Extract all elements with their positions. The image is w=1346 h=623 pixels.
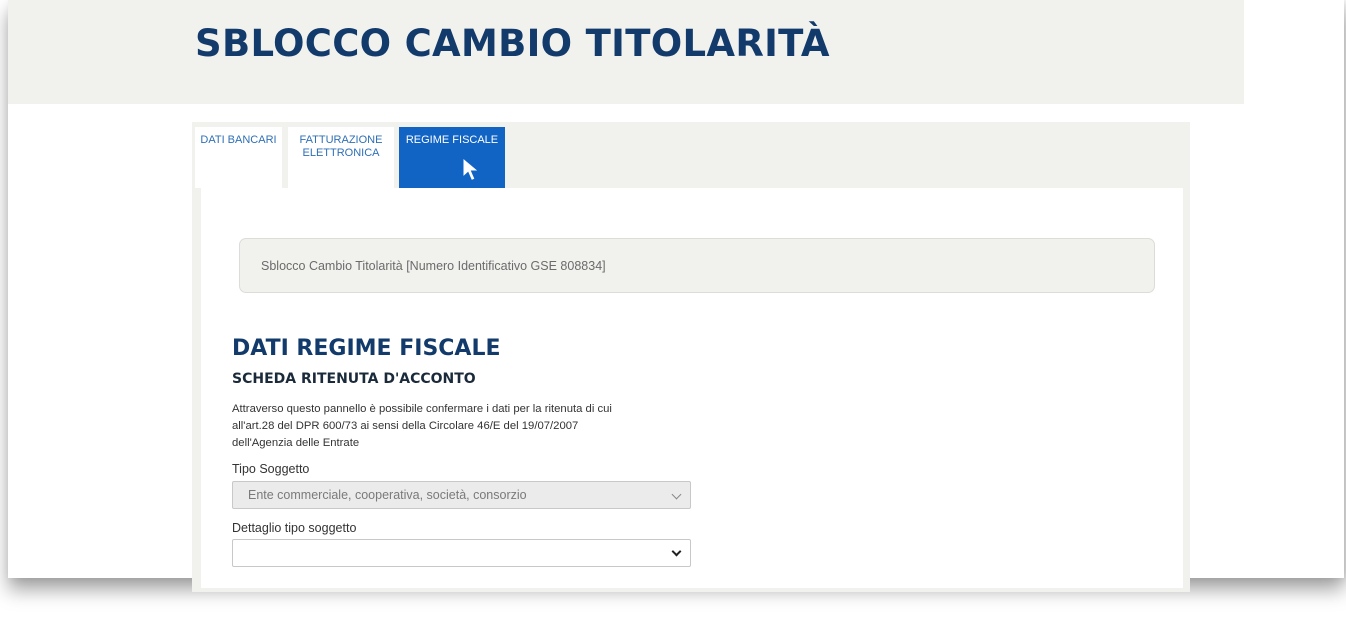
chevron-down-icon xyxy=(671,489,682,500)
tipo-soggetto-label: Tipo Soggetto xyxy=(232,462,310,476)
tab-label: REGIME FISCALE xyxy=(405,134,499,146)
dettaglio-tipo-soggetto-select[interactable] xyxy=(232,539,691,567)
description-line: all'art.28 del DPR 600/73 ai sensi della… xyxy=(232,420,579,432)
mouse-pointer-icon xyxy=(462,157,480,182)
tipo-soggetto-value: Ente commerciale, cooperativa, società, … xyxy=(248,488,527,502)
section-title: DATI REGIME FISCALE xyxy=(232,336,501,361)
info-box: Sblocco Cambio Titolarità [Numero Identi… xyxy=(239,238,1155,293)
tab-dati-bancari[interactable]: DATI BANCARI xyxy=(195,127,282,188)
tipo-soggetto-select[interactable]: Ente commerciale, cooperativa, società, … xyxy=(232,481,691,509)
section-description: Attraverso questo pannello è possibile c… xyxy=(232,401,682,452)
tab-fatturazione-elettronica[interactable]: FATTURAZIONE ELETTRONICA xyxy=(288,127,394,188)
dettaglio-tipo-soggetto-label: Dettaglio tipo soggetto xyxy=(232,521,357,535)
section-subtitle: SCHEDA RITENUTA D'ACCONTO xyxy=(232,371,476,387)
description-line: dell'Agenzia delle Entrate xyxy=(232,437,360,449)
description-line: Attraverso questo pannello è possibile c… xyxy=(232,403,612,415)
tab-regime-fiscale[interactable]: REGIME FISCALE xyxy=(399,127,505,188)
tab-label: DATI BANCARI xyxy=(200,134,277,146)
tab-label-line2: ELETTRONICA xyxy=(302,147,380,159)
tab-label-line1: FATTURAZIONE xyxy=(299,134,383,146)
page-title: SBLOCCO CAMBIO TITOLARITÀ xyxy=(195,22,830,65)
info-text: Sblocco Cambio Titolarità [Numero Identi… xyxy=(261,259,606,273)
chevron-down-icon xyxy=(671,546,682,557)
